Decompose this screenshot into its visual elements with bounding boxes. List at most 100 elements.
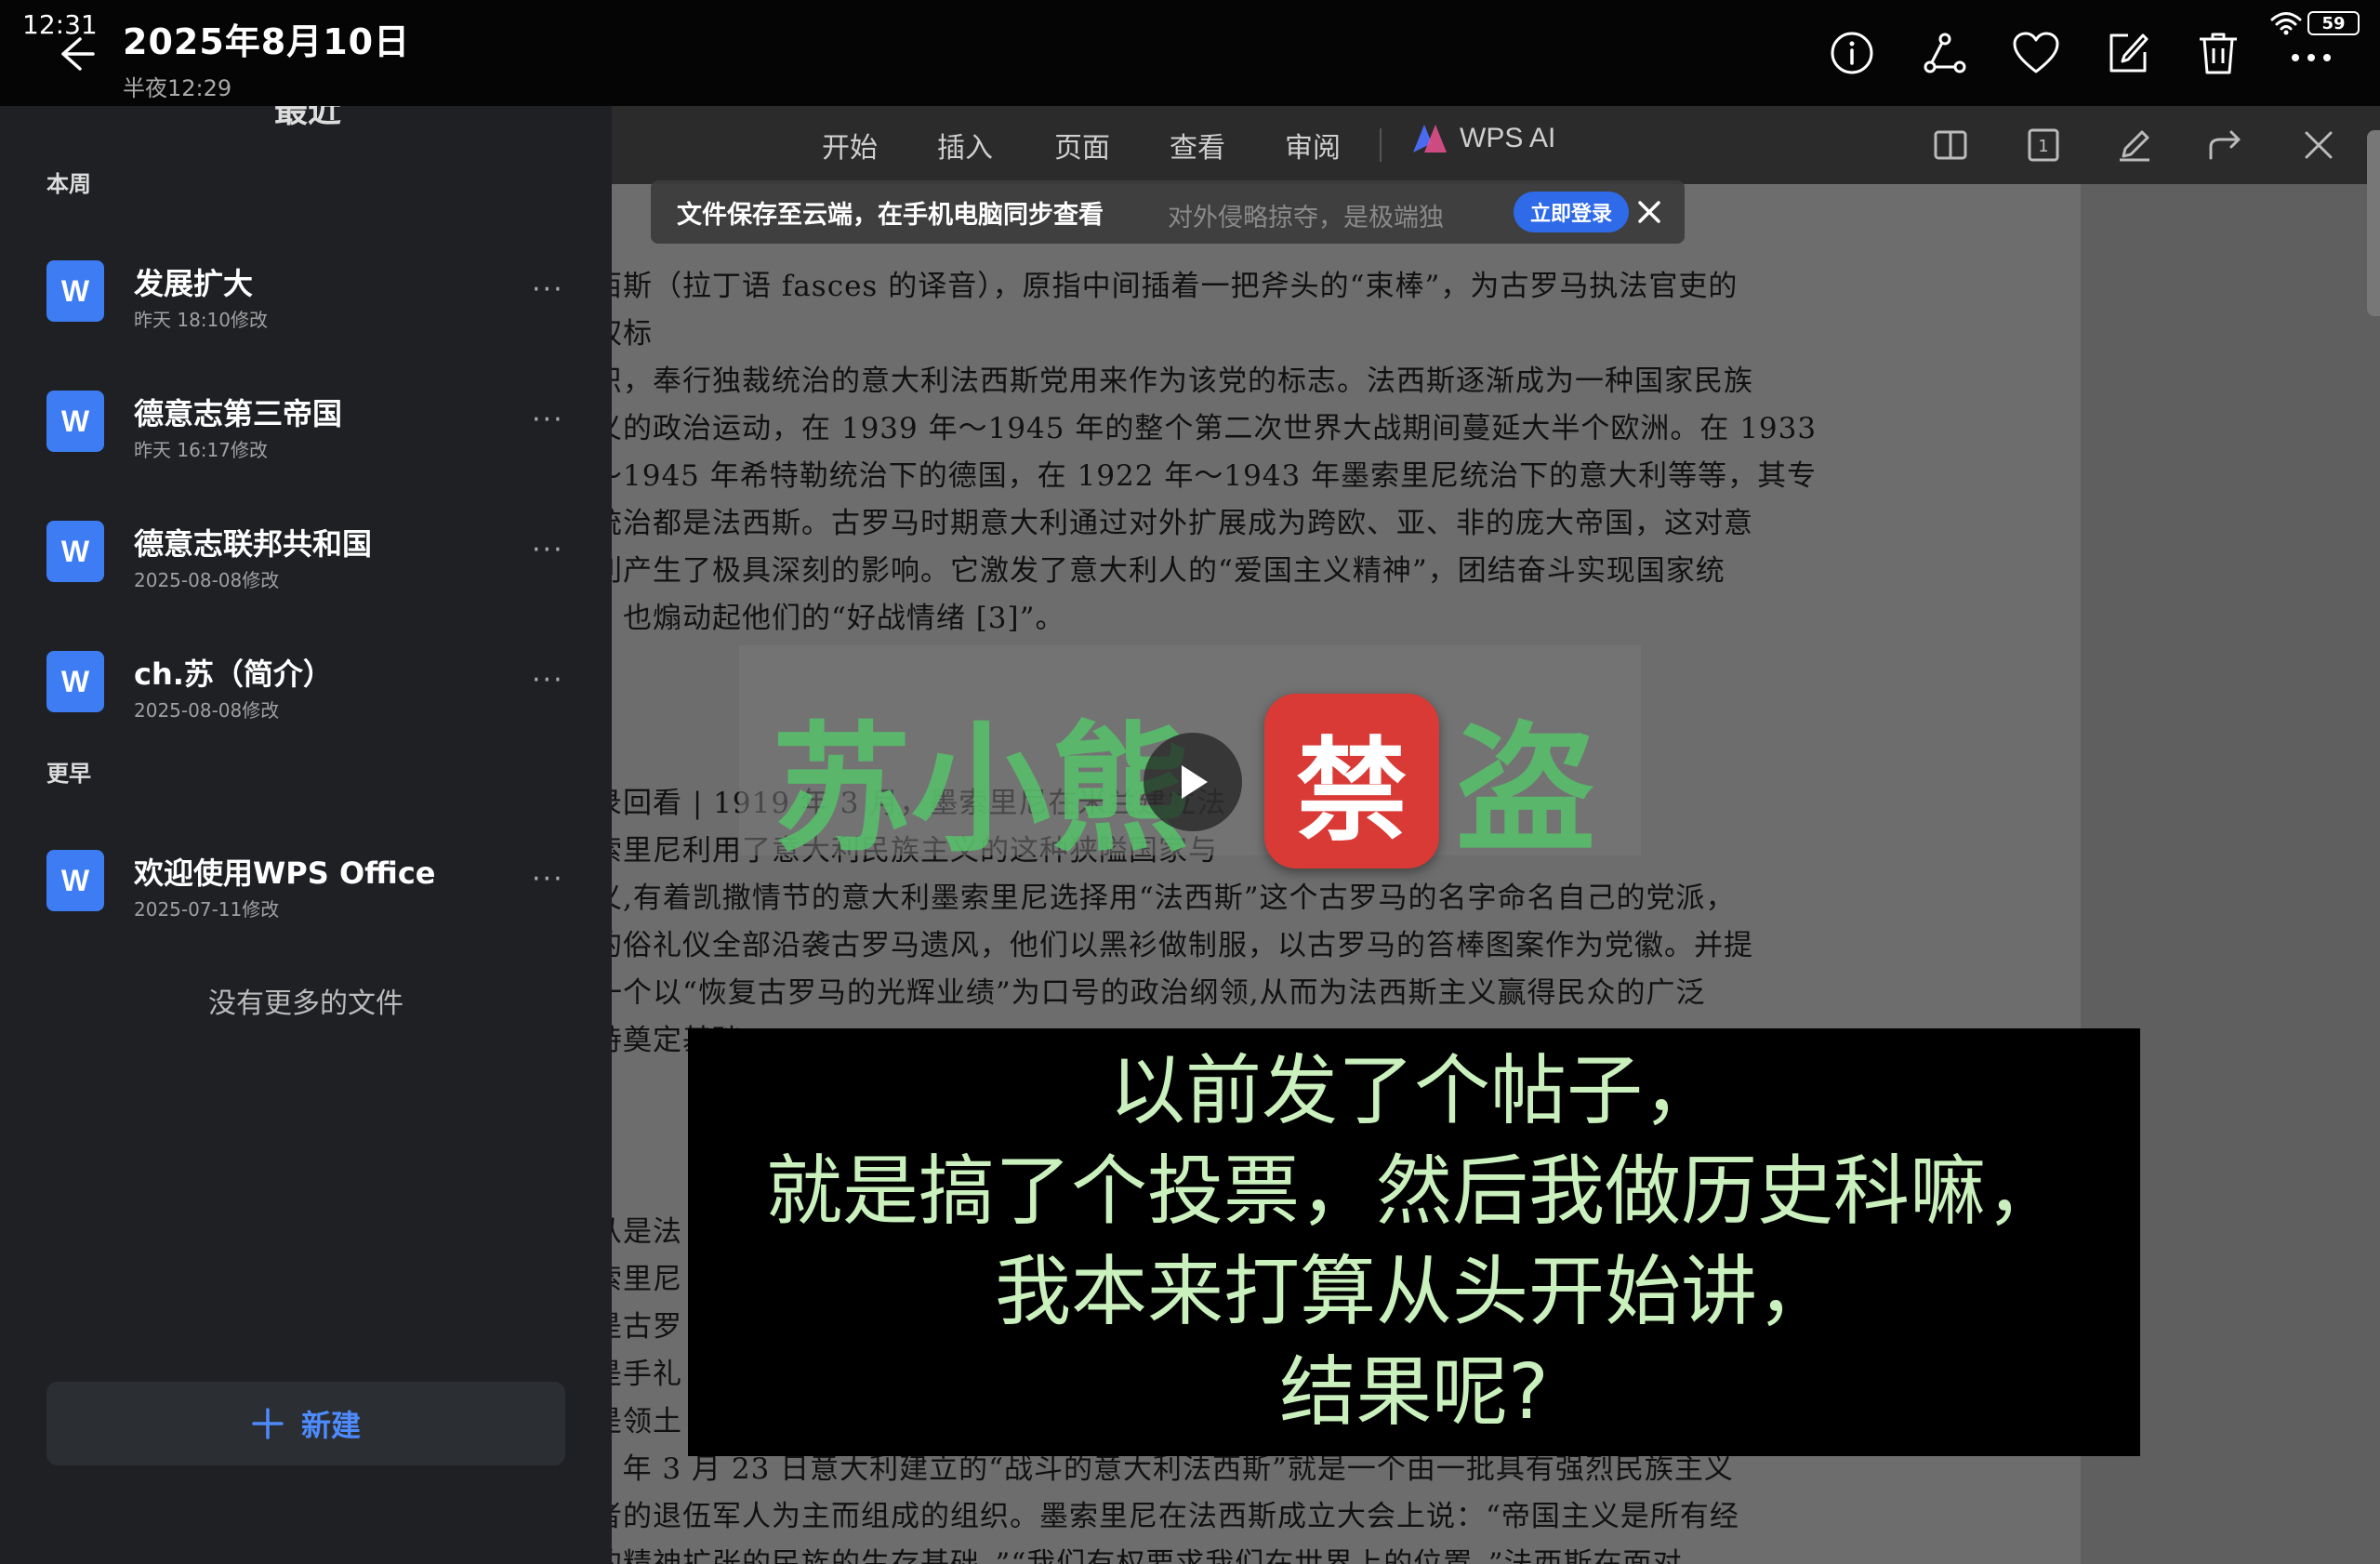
close-icon [2305, 131, 2333, 159]
subtitle-line: 结果呢? [1279, 1348, 1549, 1437]
new-button-label: 新建 [300, 1408, 361, 1443]
file-modified: 2025-08-08修改 [134, 699, 280, 722]
ban-badge: 禁 [1264, 694, 1439, 868]
tab-review[interactable]: 审阅 [1285, 125, 1341, 166]
word-doc-icon: W [46, 391, 104, 452]
file-modified: 2025-07-11修改 [134, 898, 280, 921]
new-document-button[interactable]: 新建 [46, 1382, 565, 1465]
share-doc-button[interactable] [2203, 123, 2248, 167]
tab-start[interactable]: 开始 [822, 125, 878, 166]
tab-insert[interactable]: 插入 [937, 125, 993, 166]
watermark-text: 盗 [1456, 709, 1596, 871]
word-doc-icon: W [46, 850, 104, 911]
trash-icon [2200, 33, 2237, 74]
back-button[interactable] [46, 26, 102, 82]
delete-button[interactable] [2192, 27, 2244, 79]
info-button[interactable] [1826, 27, 1878, 79]
cloud-banner-text: 文件保存至云端，在手机电脑同步查看 [677, 200, 1104, 230]
back-arrow-icon [61, 37, 95, 71]
watermark-text: 苏小熊 [772, 709, 1191, 871]
doc-line: 义的政治运动，在 1939 年～1945 年的整个第二次世界大战期间蔓延大半个欧… [612, 412, 1818, 445]
photo-date-title: 2025年8月10日 [123, 21, 411, 62]
doc-line: 从是法 [612, 1215, 682, 1249]
file-more-button[interactable]: ··· [532, 273, 564, 306]
doc-line: 的俗礼仪全部沿袭古罗马遗风，他们以黑衫做制服，以古罗马的笞棒图案作为党徽。并提 [612, 929, 1753, 962]
tab-view[interactable]: 查看 [1170, 125, 1225, 166]
more-dots-icon [2292, 54, 2331, 61]
file-item[interactable]: W 欢迎使用WPS Office 2025-07-11修改 ··· [0, 831, 612, 943]
sidebar-header: 最近 [0, 106, 612, 126]
heart-icon [2013, 32, 2059, 73]
file-modified: 2025-08-08修改 [134, 569, 280, 591]
doc-line: 西斯（拉丁语 fasces 的译音），原指中间插着一把斧头的“束棒”，为古罗马执… [612, 270, 1739, 303]
banner-underlying-text: 对外侵略掠夺，是极端独 [1168, 204, 1444, 232]
word-doc-icon: W [46, 651, 104, 712]
pen-icon [2120, 130, 2149, 162]
doc-line: 一个以“恢复古罗马的光辉业绩”为口号的政治纲领,从而为法西斯主义赢得民众的广泛 [612, 976, 1706, 1010]
file-more-button[interactable]: ··· [532, 404, 564, 436]
file-name: 发展扩大 [134, 266, 254, 301]
file-item[interactable]: W 发展扩大 昨天 18:10修改 ··· [0, 242, 612, 353]
doc-line: 者的退伍军人为主而组成的组织。墨索里尼在法西斯成立大会上说：“帝国主义是所有经 [612, 1500, 1739, 1533]
banner-close-button[interactable] [1629, 192, 1670, 232]
close-doc-button[interactable] [2296, 123, 2341, 167]
no-more-files: 没有更多的文件 [208, 987, 403, 1020]
file-more-button[interactable]: ··· [532, 664, 564, 696]
doc-line: 1 [612, 1160, 613, 1194]
file-item[interactable]: W 德意志第三帝国 昨天 16:17修改 ··· [0, 372, 612, 484]
doc-line: 统治都是法西斯。古罗马时期意大利通过对外扩展成为跨欧、亚、非的庞大帝国，这对意 [612, 507, 1753, 540]
doc-line: 义,有着凯撒情节的意大利墨索里尼选择用“法西斯”这个古罗马的名字命名自己的党派， [612, 881, 1736, 915]
login-now-button[interactable]: 立即登录 [1514, 192, 1630, 232]
toolbar-divider [1380, 128, 1382, 162]
word-doc-icon: W [46, 521, 104, 582]
doc-line: ，也煽动起他们的“好战情绪 [3]”。 [612, 602, 1065, 635]
page-number-icon: 1 [2028, 128, 2059, 162]
more-options-button[interactable] [2285, 39, 2337, 76]
file-item[interactable]: W 德意志联邦共和国 2025-08-08修改 ··· [0, 502, 612, 614]
wps-ai-button[interactable]: WPS AI [1411, 123, 1555, 154]
status-icons: 59 [2270, 11, 2360, 35]
play-button[interactable] [1144, 733, 1242, 831]
annotate-button[interactable] [2112, 123, 2157, 167]
doc-line: 的精神扩张的民族的生存基础。”“我们有权要求我们在世界上的位置。”法西斯在面对 [612, 1547, 1683, 1564]
split-view-button[interactable] [1928, 123, 1973, 167]
file-name: ch.苏（简介） [134, 656, 333, 692]
page-view-button[interactable]: 1 [2021, 123, 2066, 167]
doc-line: 织，奉行独裁统治的意大利法西斯党用来作为该党的标志。法西斯逐渐成为一种国家民族 [612, 364, 1753, 398]
share-button[interactable] [1919, 27, 1971, 79]
play-icon [1182, 765, 1208, 799]
file-name: 德意志联邦共和国 [134, 526, 373, 562]
file-name: 欢迎使用WPS Office [134, 855, 436, 891]
subtitle-line: 我本来打算从头开始讲， [994, 1248, 1833, 1336]
section-this-week: 本周 [46, 171, 91, 197]
doc-line: 索里尼 [612, 1263, 682, 1296]
wps-ai-logo-icon [1413, 125, 1447, 152]
file-name: 德意志第三帝国 [134, 396, 343, 431]
favorite-button[interactable] [2010, 27, 2062, 79]
doc-toolbar: 开始 插入 页面 查看 审阅 WPS AI 1 [612, 106, 2380, 184]
doc-line: 是领土 [612, 1405, 682, 1438]
file-item[interactable]: W ch.苏（简介） 2025-08-08修改 ··· [0, 632, 612, 744]
edge-handle [2367, 130, 2380, 316]
file-more-button[interactable]: ··· [532, 863, 564, 895]
svg-text:1: 1 [2038, 137, 2048, 156]
doc-line: 利产生了极具深刻的影响。它激发了意大利人的“爱国主义精神”，团结奋斗实现国家统 [612, 554, 1726, 588]
cloud-save-banner: 文件保存至云端，在手机电脑同步查看 对外侵略掠夺，是极端独 立即登录 [651, 180, 1685, 244]
section-earlier: 更早 [46, 761, 91, 787]
plus-icon [252, 1408, 284, 1439]
photo-date: 2025年8月10日 半夜12:29 [123, 13, 410, 102]
file-modified: 昨天 18:10修改 [134, 309, 268, 331]
doc-line: 是古罗 [612, 1310, 682, 1344]
doc-line: ～1945 年希特勒统治下的德国，在 1922 年～1943 年墨索里尼统治下的… [612, 459, 1818, 493]
recent-files-sidebar: 最近 本周 W 发展扩大 昨天 18:10修改 ··· W 德意志第三帝国 昨天… [0, 106, 612, 1564]
file-modified: 昨天 16:17修改 [134, 439, 268, 461]
tab-page[interactable]: 页面 [1054, 125, 1110, 166]
edit-button[interactable] [2101, 27, 2153, 79]
share-icon [1924, 33, 1966, 73]
close-icon [1638, 201, 1660, 223]
file-more-button[interactable]: ··· [532, 534, 564, 566]
subtitle-line: 以前发了个帖子， [1108, 1047, 1719, 1135]
wifi-icon [2270, 12, 2302, 35]
subtitle-line: 就是搞了个投票，然后我做历史科嘛， [765, 1147, 2062, 1236]
share-arrow-icon [2209, 130, 2241, 160]
